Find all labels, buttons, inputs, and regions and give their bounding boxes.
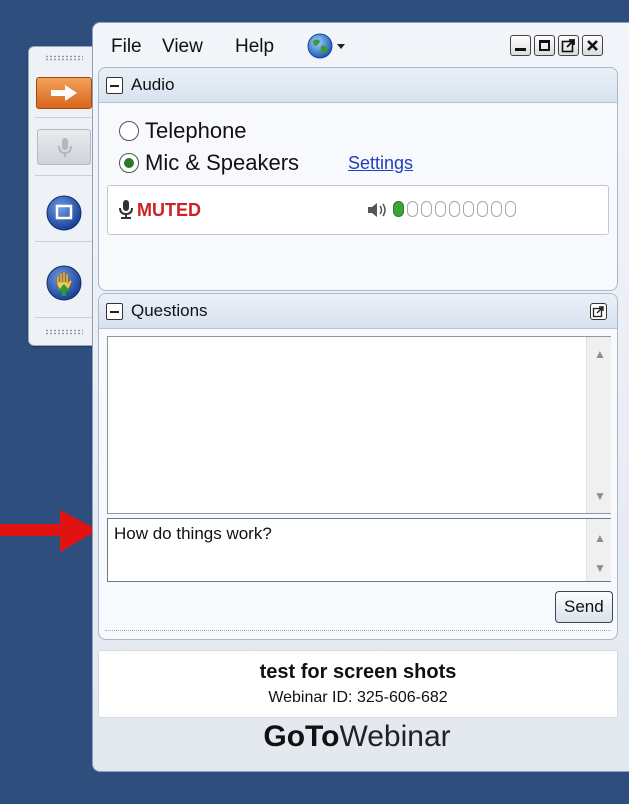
microphone-icon [58, 138, 72, 157]
questions-panel: Questions ▲ ▼ How do things work? ▲ ▼ Se… [98, 293, 618, 640]
microphone-muted-icon [119, 200, 133, 219]
send-button[interactable]: Send [555, 591, 613, 623]
control-toolbar [28, 46, 100, 346]
popout-icon [561, 39, 575, 53]
questions-title: Questions [131, 301, 208, 320]
brand-light: Webinar [339, 720, 451, 753]
annotation-arrow [0, 510, 98, 552]
audio-title: Audio [131, 75, 175, 94]
muted-status: MUTED [137, 200, 201, 220]
microphone-button[interactable] [37, 129, 91, 165]
screen-view-button[interactable] [46, 195, 82, 231]
arrow-right-icon [51, 85, 77, 101]
question-input-scrollbar[interactable]: ▲ ▼ [586, 519, 611, 581]
panel-divider-dotted [105, 630, 611, 632]
chevron-down-icon [337, 44, 345, 49]
audio-panel: Audio Telephone Mic & Speakers Settings … [98, 67, 618, 291]
globe-icon [307, 33, 345, 59]
speaker-icon [368, 203, 386, 217]
minimize-button[interactable] [510, 35, 531, 56]
brand-logo: GoToWebinar [98, 720, 616, 764]
audio-status-box: MUTED [107, 185, 609, 235]
close-icon [587, 40, 598, 51]
telephone-radio[interactable] [119, 121, 139, 141]
webinar-title: test for screen shots [259, 661, 457, 683]
popout-icon [592, 306, 604, 318]
maximize-icon [539, 40, 550, 51]
gotowebinar-window: File View Help Audio Telephone Mic & Spe… [92, 22, 629, 772]
brand-bold: GoTo [263, 720, 340, 753]
popout-button[interactable] [558, 35, 579, 56]
scroll-down-icon[interactable]: ▼ [594, 561, 606, 575]
collapse-questions-button[interactable] [106, 303, 123, 320]
send-label: Send [564, 597, 604, 616]
questions-log-scrollbar[interactable]: ▲ ▼ [586, 337, 611, 513]
popout-questions-button[interactable] [590, 303, 607, 320]
menu-help[interactable]: Help [235, 36, 274, 58]
mic-speakers-label: Mic & Speakers [145, 150, 300, 175]
raise-hand-icon [46, 265, 82, 301]
telephone-label: Telephone [145, 118, 247, 143]
screen-icon [46, 195, 82, 231]
audio-panel-header: Audio [99, 68, 617, 103]
menu-view[interactable]: View [162, 36, 203, 58]
collapse-audio-button[interactable] [106, 77, 123, 94]
language-button[interactable] [307, 32, 353, 60]
menu-bar: File View Help [93, 23, 629, 67]
close-button[interactable] [582, 35, 603, 56]
questions-log: ▲ ▼ [107, 336, 611, 514]
minimize-icon [515, 48, 526, 51]
raise-hand-button[interactable] [46, 265, 82, 301]
scroll-down-icon[interactable]: ▼ [594, 489, 606, 503]
volume-meter [393, 201, 523, 219]
menu-file[interactable]: File [111, 36, 142, 58]
scroll-up-icon[interactable]: ▲ [594, 531, 606, 545]
webinar-id: Webinar ID: 325-606-682 [268, 689, 448, 706]
settings-link[interactable]: Settings [348, 153, 413, 174]
questions-panel-header: Questions [99, 294, 617, 329]
toolbar-grip-bottom[interactable] [45, 329, 83, 335]
question-input-text: How do things work? [114, 524, 272, 543]
maximize-button[interactable] [534, 35, 555, 56]
show-hide-panel-button[interactable] [36, 77, 92, 109]
mic-speakers-radio[interactable] [119, 153, 139, 173]
question-input[interactable]: How do things work? ▲ ▼ [107, 518, 611, 582]
scroll-up-icon[interactable]: ▲ [594, 347, 606, 361]
toolbar-grip-top[interactable] [45, 55, 83, 61]
webinar-info: test for screen shots Webinar ID: 325-60… [98, 650, 618, 718]
